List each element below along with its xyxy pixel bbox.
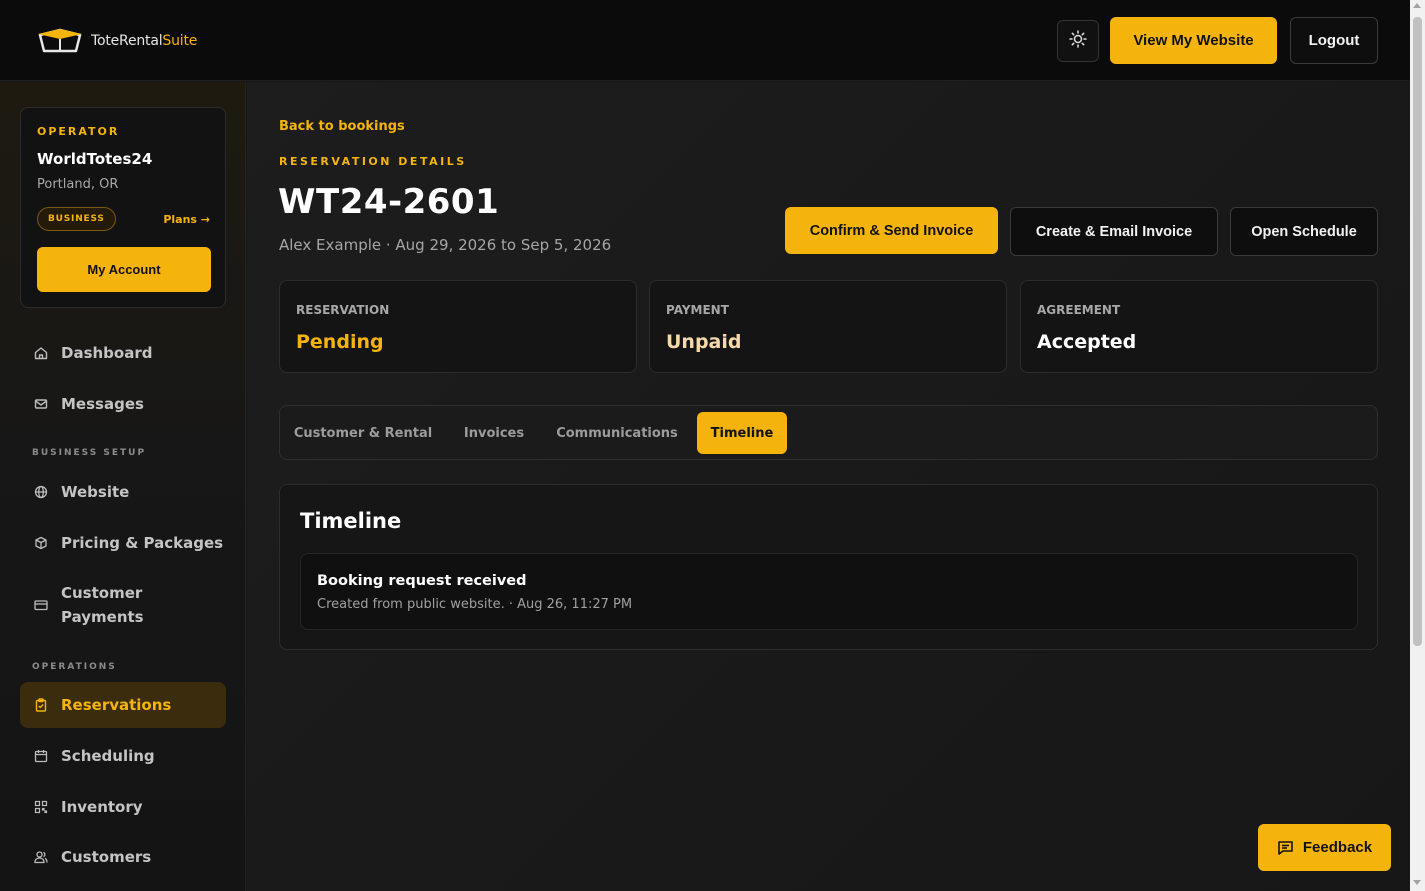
status-value: Pending	[296, 331, 384, 353]
tab-invoices[interactable]: Invoices	[450, 412, 538, 454]
calendar-icon	[34, 749, 48, 763]
logout-button[interactable]: Logout	[1290, 17, 1378, 64]
feedback-label: Feedback	[1302, 839, 1373, 856]
sidebar-item-messages[interactable]: Messages	[20, 381, 226, 427]
credit-card-icon	[34, 598, 48, 612]
main-content: Back to bookings RESERVATION DETAILS WT2…	[247, 82, 1410, 891]
sidebar-item-label: Inventory	[61, 798, 143, 816]
sidebar-item-dashboard[interactable]: Dashboard	[20, 330, 226, 376]
timeline-event-title: Booking request received	[317, 573, 527, 589]
message-square-icon	[1277, 839, 1294, 856]
status-label: AGREEMENT	[1037, 303, 1121, 317]
reservation-subtitle: Alex Example · Aug 29, 2026 to Sep 5, 20…	[279, 236, 612, 254]
sidebar-item-label: Dashboard	[61, 344, 153, 362]
scroll-up-arrow-icon[interactable]	[1413, 3, 1421, 8]
feedback-button[interactable]: Feedback	[1258, 824, 1391, 871]
clipboard-icon	[34, 698, 48, 712]
users-icon	[34, 850, 48, 864]
open-schedule-button[interactable]: Open Schedule	[1230, 207, 1378, 256]
operator-label: OPERATOR	[37, 125, 120, 138]
agreement-status-card: AGREEMENT Accepted	[1020, 280, 1378, 373]
sidebar-item-label: Messages	[61, 395, 144, 413]
qr-code-icon	[34, 800, 48, 814]
status-value: Accepted	[1037, 331, 1137, 353]
payment-status-card: PAYMENT Unpaid	[649, 280, 1007, 373]
top-bar: ToteRentalSuite View My Website Logout	[0, 0, 1410, 81]
nav-section-business-setup: BUSINESS SETUP	[32, 448, 147, 458]
operator-card: OPERATOR WorldTotes24 Portland, OR BUSIN…	[20, 107, 226, 308]
tab-timeline[interactable]: Timeline	[697, 412, 787, 454]
page-scrollbar[interactable]	[1410, 0, 1425, 891]
nav-section-operations: OPERATIONS	[32, 662, 117, 672]
tab-communications[interactable]: Communications	[550, 412, 684, 454]
mail-icon	[34, 397, 48, 411]
sidebar: OPERATOR WorldTotes24 Portland, OR BUSIN…	[0, 82, 246, 891]
box-icon	[37, 27, 83, 55]
home-icon	[34, 346, 48, 360]
sidebar-item-label: Pricing & Packages	[61, 534, 224, 552]
sidebar-item-reservations[interactable]: Reservations	[20, 682, 226, 728]
timeline-event-description: Created from public website. · Aug 26, 1…	[317, 597, 633, 612]
plans-link[interactable]: Plans →	[163, 213, 210, 226]
status-label: RESERVATION	[296, 303, 390, 317]
status-label: PAYMENT	[666, 303, 729, 317]
sidebar-item-label: Website	[61, 483, 130, 501]
create-email-invoice-button[interactable]: Create & Email Invoice	[1010, 207, 1218, 256]
sidebar-item-label: Customers	[61, 848, 152, 866]
sun-icon	[1069, 30, 1087, 52]
scroll-thumb[interactable]	[1413, 17, 1422, 646]
timeline-title: Timeline	[300, 509, 402, 533]
sidebar-item-website[interactable]: Website	[20, 469, 226, 515]
package-icon	[34, 536, 48, 550]
sidebar-item-customer-payments[interactable]: Customer Payments	[20, 581, 226, 629]
confirm-send-invoice-button[interactable]: Confirm & Send Invoice	[785, 207, 998, 254]
plan-badge: BUSINESS	[37, 207, 116, 231]
operator-location: Portland, OR	[37, 177, 119, 192]
sidebar-item-label: Customer Payments	[61, 584, 144, 626]
section-eyebrow: RESERVATION DETAILS	[279, 155, 467, 168]
sidebar-item-scheduling[interactable]: Scheduling	[20, 733, 226, 779]
sidebar-item-customers[interactable]: Customers	[20, 834, 226, 880]
sidebar-item-label: Reservations	[61, 696, 172, 714]
status-value: Unpaid	[666, 331, 742, 353]
view-website-button[interactable]: View My Website	[1110, 17, 1277, 64]
timeline-event: Booking request received Created from pu…	[300, 553, 1358, 630]
tab-customer-rental[interactable]: Customer & Rental	[288, 412, 438, 454]
timeline-panel: Timeline Booking request received Create…	[279, 484, 1378, 650]
tab-bar: Customer & Rental Invoices Communication…	[279, 405, 1378, 460]
back-to-bookings-link[interactable]: Back to bookings	[279, 119, 405, 134]
sidebar-item-pricing-packages[interactable]: Pricing & Packages	[20, 520, 226, 566]
brand-logo[interactable]: ToteRentalSuite	[37, 27, 197, 55]
operator-name: WorldTotes24	[37, 150, 153, 168]
theme-toggle-button[interactable]	[1057, 20, 1099, 62]
brand-name: ToteRentalSuite	[91, 33, 198, 49]
globe-icon	[34, 485, 48, 499]
sidebar-item-inventory[interactable]: Inventory	[20, 784, 226, 830]
reservation-status-card: RESERVATION Pending	[279, 280, 637, 373]
sidebar-item-label: Scheduling	[61, 747, 155, 765]
page-title: WT24-2601	[278, 182, 500, 222]
my-account-button[interactable]: My Account	[37, 247, 211, 292]
scroll-down-arrow-icon[interactable]	[1413, 880, 1421, 885]
